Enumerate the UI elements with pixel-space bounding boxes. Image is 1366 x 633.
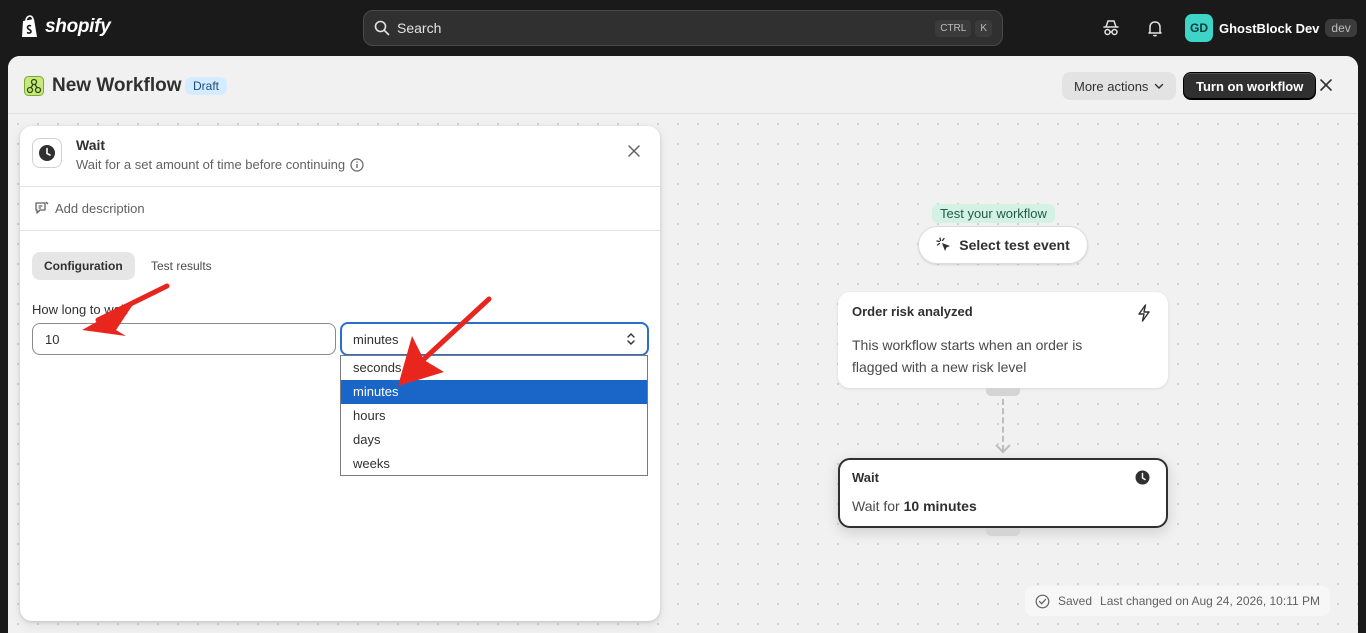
unit-option-days[interactable]: days [341,428,647,452]
add-description-button[interactable]: Add description [34,200,145,216]
wait-node-title: Wait [852,470,879,485]
connector-arrow-icon [995,444,1011,454]
panel-subtitle: Wait for a set amount of time before con… [76,157,364,172]
unit-option-minutes[interactable]: minutes [341,380,647,404]
shopify-logo[interactable]: shopify [20,15,111,39]
more-actions-button[interactable]: More actions [1062,72,1177,100]
wait-node-summary: Wait for 10 minutes [852,498,977,514]
last-changed-label: Last changed on Aug 24, 2026, 10:11 PM [1100,594,1320,608]
wait-summary-value: 10 minutes [903,498,977,514]
unit-option-weeks[interactable]: weeks [341,452,647,476]
clock-icon [1135,470,1150,485]
test-workflow-label: Test your workflow [932,204,1055,223]
wait-summary-prefix: Wait for [852,498,904,514]
shopify-bag-icon [22,15,37,37]
save-status: Saved Last changed on Aug 24, 2026, 10:1… [1025,586,1330,616]
info-icon[interactable] [350,157,364,172]
check-circle-icon [1035,594,1050,608]
unit-option-seconds[interactable]: seconds [341,356,647,380]
divider [20,230,660,231]
unit-option-hours[interactable]: hours [341,404,647,428]
tab-configuration[interactable]: Configuration [32,252,135,280]
lightning-icon [1138,304,1150,322]
user-menu[interactable]: GD GhostBlock Dev dev [1185,14,1357,42]
wait-unit-selected: minutes [353,331,399,347]
top-bar: shopify CTRL K GD GhostBlock Dev dev [0,0,1366,56]
cursor-click-icon [936,237,951,251]
saved-label: Saved [1058,594,1093,608]
avatar: GD [1185,14,1213,42]
bell-icon[interactable] [1145,18,1165,38]
panel-title: Wait [76,137,106,153]
wait-output-handle[interactable] [986,528,1020,536]
wait-duration-input[interactable] [32,323,336,355]
select-test-event-button[interactable]: Select test event [918,226,1088,264]
close-icon[interactable] [1318,77,1334,93]
status-badge: Draft [185,77,228,95]
turn-on-workflow-button[interactable]: Turn on workflow [1183,72,1317,100]
search-input[interactable] [397,20,932,36]
shortcut-ctrl: CTRL [935,19,972,37]
trigger-description: This workflow starts when an order is fl… [852,337,1083,375]
editor-header: New Workflow Draft More actions Turn on … [8,56,1358,114]
incognito-icon[interactable] [1101,18,1121,38]
chevron-down-icon [1155,83,1164,89]
search-bar[interactable]: CTRL K [363,10,1003,46]
workflow-editor: New Workflow Draft More actions Turn on … [8,56,1358,633]
search-icon [374,20,390,36]
clock-icon [32,138,62,168]
panel-header: Wait Wait for a set amount of time befor… [20,126,660,187]
dev-badge: dev [1325,19,1357,37]
comment-edit-icon [35,201,49,214]
trigger-node[interactable]: Order risk analyzed This workflow starts… [838,292,1168,388]
more-actions-label: More actions [1074,78,1149,94]
brand-name: shopify [45,16,111,37]
panel-subtitle-text: Wait for a set amount of time before con… [76,157,346,172]
wait-unit-dropdown: seconds minutes hours days weeks [340,355,648,476]
tab-test-results[interactable]: Test results [139,252,224,280]
wait-unit-select[interactable]: minutes [340,322,649,356]
wait-duration-label: How long to wait [32,302,128,317]
add-description-label: Add description [55,200,145,216]
trigger-title: Order risk analyzed [852,304,973,319]
page-title: New Workflow [52,75,182,96]
select-test-event-label: Select test event [959,237,1070,253]
panel-close-icon[interactable] [627,144,641,158]
select-chevron-icon [627,333,635,345]
wait-config-panel: Wait Wait for a set amount of time befor… [20,126,660,621]
shortcut-k: K [975,19,992,37]
wait-node[interactable]: Wait Wait for 10 minutes [838,458,1168,528]
workflow-app-icon [24,76,44,96]
trigger-output-handle[interactable] [986,388,1020,396]
user-name: GhostBlock Dev [1219,20,1320,36]
